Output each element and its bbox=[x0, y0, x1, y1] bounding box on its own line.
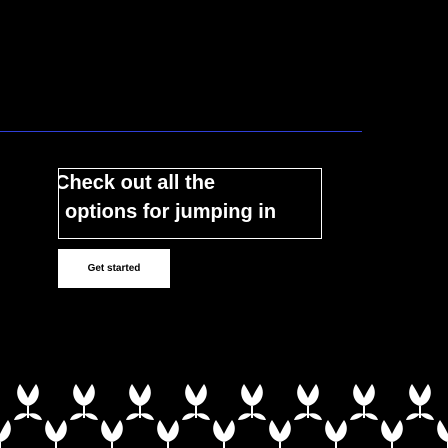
tulip-motif-icon bbox=[209, 419, 239, 448]
tulip-motif-icon bbox=[97, 419, 127, 448]
tulip-motif-icon bbox=[321, 419, 351, 448]
headline-line-1: Check out all the bbox=[58, 172, 216, 194]
tulip-motif-icon bbox=[41, 419, 71, 448]
tulip-motif-icon bbox=[0, 419, 15, 448]
hero-headline: Check out all the options for jumping in bbox=[58, 169, 321, 227]
headline-line-2: options for jumping in bbox=[65, 201, 277, 223]
tulip-motif-icon bbox=[125, 383, 155, 421]
tulip-motif-icon bbox=[349, 383, 379, 421]
tulip-motif-icon bbox=[13, 383, 43, 421]
accent-divider bbox=[0, 131, 362, 132]
headline-selection-box[interactable]: Check out all the options for jumping in bbox=[58, 168, 322, 239]
tulip-motif-icon bbox=[377, 419, 407, 448]
tulip-motif-icon bbox=[181, 383, 211, 421]
get-started-button[interactable]: Get started bbox=[58, 249, 170, 288]
hero-section: Check out all the options for jumping in… bbox=[0, 0, 448, 448]
tulip-motif-icon bbox=[237, 383, 267, 421]
tulip-pattern-icon bbox=[0, 383, 448, 448]
tulip-motif-icon bbox=[433, 419, 448, 448]
tulip-motif-icon bbox=[265, 419, 295, 448]
tulip-motif-icon bbox=[69, 383, 99, 421]
tulip-motif-icon bbox=[405, 383, 435, 421]
tulip-motif-icon bbox=[293, 383, 323, 421]
tulip-motif-icon bbox=[153, 419, 183, 448]
